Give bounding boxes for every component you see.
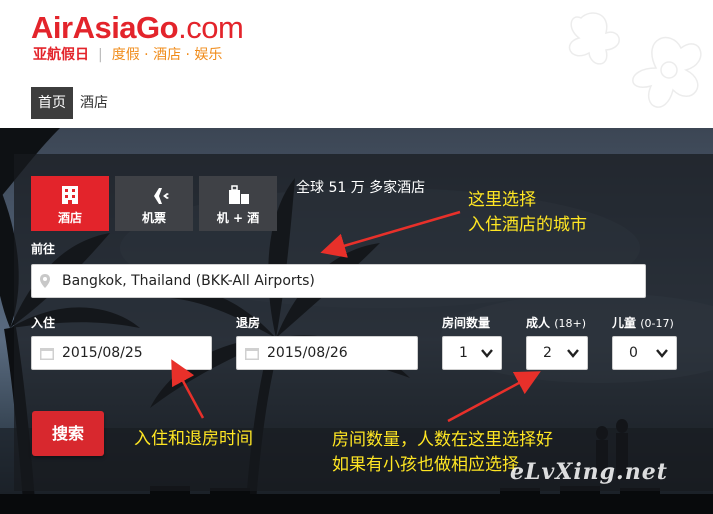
annotation-dates: 入住和退房时间 xyxy=(134,429,253,449)
watermark: eLvXing.net xyxy=(510,459,668,485)
arrow-to-dates xyxy=(171,359,205,419)
arrow-to-destination xyxy=(320,210,461,258)
annotation-guests-line2: 如果有小孩也做相应选择 xyxy=(332,455,519,475)
arrow-to-guests xyxy=(447,371,541,423)
annotation-city-line1: 这里选择 xyxy=(468,190,536,210)
annotation-guests-line1: 房间数量，人数在这里选择好 xyxy=(332,430,553,450)
annotation-city-line2: 入住酒店的城市 xyxy=(468,215,587,235)
